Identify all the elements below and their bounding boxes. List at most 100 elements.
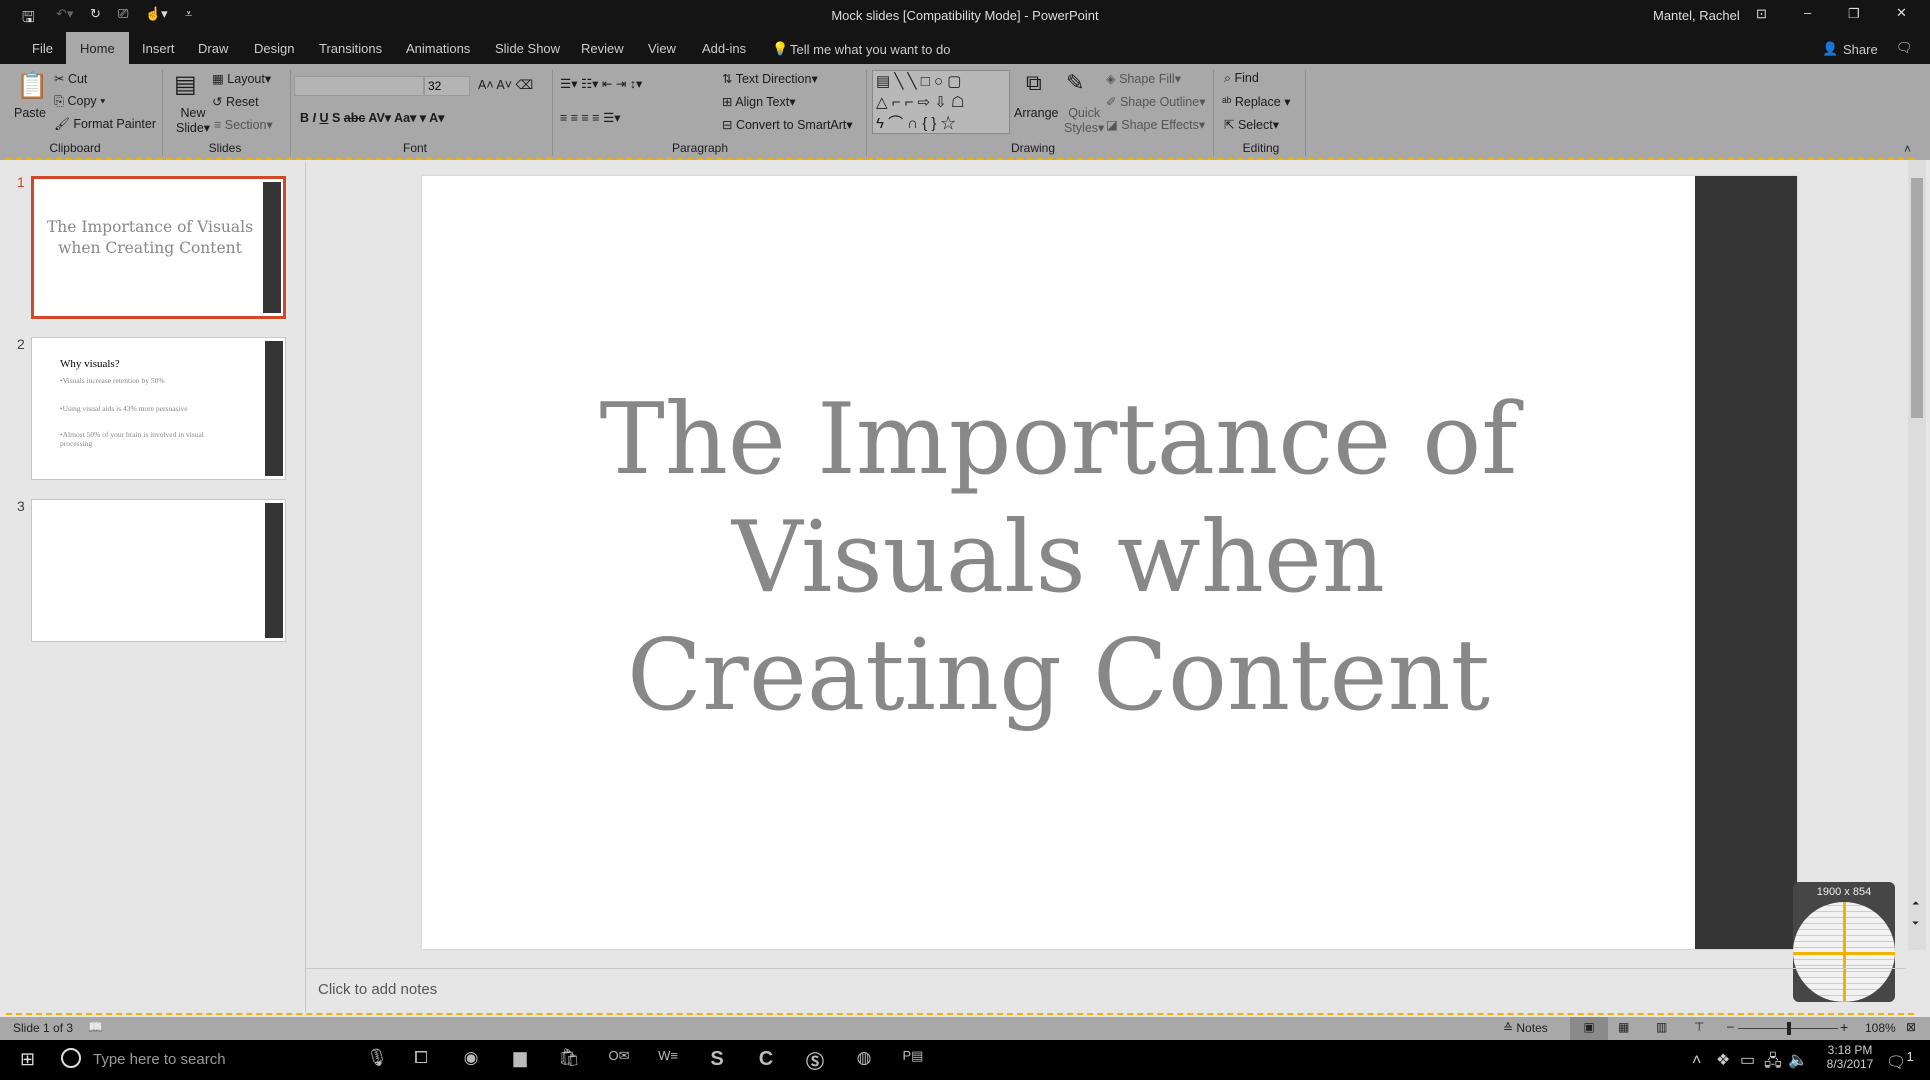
list-buttons[interactable]: ☰▾ ☷▾ ⇤ ⇥ ↕▾ bbox=[560, 76, 642, 91]
powerpoint-icon[interactable]: P▤ bbox=[898, 1048, 928, 1064]
comments-icon[interactable]: 🗨 bbox=[1896, 40, 1913, 56]
reset-button[interactable]: ↺ Reset bbox=[212, 94, 259, 109]
tab-view[interactable]: View bbox=[636, 32, 688, 64]
copy-button[interactable]: ⎘ Copy ▾ bbox=[54, 94, 105, 109]
zoom-in-button[interactable]: + bbox=[1840, 1019, 1848, 1035]
taskbar-search-input[interactable]: Type here to search bbox=[93, 1051, 226, 1068]
cut-button[interactable]: ✂ Cut bbox=[54, 71, 87, 86]
quick-styles-icon[interactable]: ✎ bbox=[1066, 70, 1084, 96]
present-icon[interactable]: ⎚ bbox=[118, 6, 128, 22]
format-painter-button[interactable]: 🖌 Format Painter bbox=[54, 117, 156, 132]
tell-me-input[interactable]: Tell me what you want to do bbox=[790, 42, 950, 57]
align-buttons[interactable]: ≡ ≡ ≡ ≡ ☰▾ bbox=[560, 110, 621, 125]
notes-pane[interactable]: Click to add notes bbox=[306, 968, 1906, 1013]
show-hidden-icons[interactable]: ˄ bbox=[1692, 1052, 1701, 1070]
word-icon[interactable]: W≡ bbox=[653, 1048, 683, 1063]
font-size-input[interactable] bbox=[424, 76, 470, 96]
tab-draw[interactable]: Draw bbox=[186, 32, 240, 64]
zoom-level[interactable]: 108% bbox=[1865, 1021, 1896, 1035]
share-icon[interactable]: 👤 bbox=[1822, 41, 1838, 57]
outlook-icon[interactable]: O✉ bbox=[604, 1048, 634, 1064]
clock[interactable]: 3:18 PM 8/3/2017 bbox=[1818, 1043, 1882, 1071]
restore-button[interactable]: ❐ bbox=[1848, 6, 1860, 22]
tab-slide-show[interactable]: Slide Show bbox=[483, 32, 572, 64]
action-center-icon[interactable]: 🗨1 bbox=[1886, 1049, 1914, 1072]
shape-outline-button[interactable]: ✐ Shape Outline▾ bbox=[1106, 94, 1205, 109]
windows-start-icon[interactable]: ⊞ bbox=[20, 1049, 35, 1070]
customize-qat-icon[interactable]: ⩡ bbox=[185, 6, 192, 22]
volume-icon[interactable]: 🔈 bbox=[1788, 1050, 1808, 1070]
tab-home[interactable]: Home bbox=[66, 32, 129, 64]
notes-toggle[interactable]: ≙ Notes bbox=[1503, 1021, 1548, 1035]
slideshow-button[interactable]: ⊤ bbox=[1694, 1020, 1704, 1034]
snagit-icon[interactable]: S bbox=[702, 1048, 732, 1071]
dropbox-icon[interactable]: ❖ bbox=[1716, 1050, 1730, 1070]
share-button[interactable]: Share bbox=[1843, 42, 1878, 57]
spell-check-icon[interactable]: 📖 bbox=[88, 1020, 103, 1034]
select-button[interactable]: ⇱ Select▾ bbox=[1224, 117, 1279, 132]
shape-fill-button[interactable]: ◈ Shape Fill▾ bbox=[1106, 71, 1181, 86]
tab-review[interactable]: Review bbox=[569, 32, 636, 64]
close-button[interactable]: ✕ bbox=[1896, 5, 1907, 21]
section-button[interactable]: ≡ Section▾ bbox=[214, 117, 273, 132]
slide-sorter-button[interactable]: ▦ bbox=[1618, 1020, 1629, 1034]
tab-animations[interactable]: Animations bbox=[394, 32, 482, 64]
tab-transitions[interactable]: Transitions bbox=[307, 32, 394, 64]
font-format-buttons[interactable]: B I U S abc AV▾ Aa▾ ▾ A▾ bbox=[300, 110, 444, 125]
camtasia-icon[interactable]: C bbox=[751, 1048, 781, 1071]
collapse-ribbon-icon[interactable]: ˄ bbox=[1904, 142, 1911, 156]
quick-styles-button[interactable]: Quick Styles▾ bbox=[1064, 106, 1104, 135]
slide-thumbnail-1[interactable]: The Importance of Visuals when Creating … bbox=[31, 176, 286, 319]
zoom-out-button[interactable]: – bbox=[1727, 1019, 1734, 1033]
fit-to-window-icon[interactable]: ⊠ bbox=[1906, 1020, 1916, 1034]
undo-icon[interactable]: ↶▾ bbox=[56, 6, 73, 22]
chrome-icon[interactable]: ◉ bbox=[456, 1048, 486, 1068]
arrange-button[interactable]: Arrange bbox=[1014, 106, 1058, 120]
next-slide-icon[interactable]: ⏷ bbox=[1912, 918, 1919, 929]
align-text-button[interactable]: ⊞ Align Text▾ bbox=[722, 94, 796, 109]
shape-effects-button[interactable]: ◪ Shape Effects▾ bbox=[1106, 117, 1205, 132]
redo-icon[interactable]: ↻ bbox=[90, 6, 101, 22]
minimize-button[interactable]: – bbox=[1804, 5, 1811, 20]
replace-button[interactable]: ᵃᵇ Replace ▾ bbox=[1222, 94, 1290, 109]
shapes-gallery[interactable]: ▤ ╲ ╲ □ ○ ▢ △ ⌐ ⌐ ⇨ ⇩ ☖ ϟ ⌒ ∩ { } ☆ bbox=[872, 70, 1010, 134]
task-view-icon[interactable]: ⧠ bbox=[406, 1048, 436, 1068]
zoom-slider-thumb[interactable] bbox=[1787, 1022, 1792, 1035]
paste-button[interactable]: Paste bbox=[14, 106, 46, 120]
battery-icon[interactable]: ▭ bbox=[1740, 1050, 1755, 1070]
paste-icon[interactable]: 📋 bbox=[16, 70, 48, 101]
tab-file[interactable]: File bbox=[20, 32, 65, 64]
spotify-icon[interactable]: ◍ bbox=[849, 1048, 879, 1068]
tab-add-ins[interactable]: Add-ins bbox=[690, 32, 758, 64]
tab-insert[interactable]: Insert bbox=[130, 32, 187, 64]
text-direction-button[interactable]: ⇅ Text Direction▾ bbox=[722, 71, 818, 86]
new-slide-icon[interactable]: ▤ bbox=[174, 70, 197, 99]
save-icon[interactable]: 🖫 bbox=[22, 7, 35, 32]
slide-title[interactable]: The Importance of Visuals when Creating … bbox=[422, 381, 1695, 735]
convert-smartart-button[interactable]: ⊟ Convert to SmartArt▾ bbox=[722, 117, 853, 132]
user-name[interactable]: Mantel, Rachel bbox=[1653, 8, 1740, 23]
touch-mode-icon[interactable]: ☝▾ bbox=[145, 6, 168, 22]
new-slide-button[interactable]: New Slide▾ bbox=[176, 106, 210, 135]
layout-button[interactable]: ▦ Layout▾ bbox=[212, 71, 271, 86]
skype-icon[interactable]: Ⓢ bbox=[800, 1048, 830, 1074]
cortana-icon[interactable] bbox=[61, 1048, 81, 1068]
store-icon[interactable]: 🛍 bbox=[554, 1048, 584, 1068]
scrollbar-thumb[interactable] bbox=[1911, 178, 1923, 418]
font-name-input[interactable] bbox=[294, 76, 424, 96]
slide-thumbnail-2[interactable]: Why visuals? •Visuals increase retention… bbox=[31, 337, 286, 480]
slide-canvas[interactable]: The Importance of Visuals when Creating … bbox=[422, 176, 1797, 949]
ribbon-display-icon[interactable]: ⊡ bbox=[1756, 6, 1767, 22]
grow-font-icon[interactable]: A˄ A˅ ⌫ bbox=[478, 77, 533, 92]
slide-thumbnail-3[interactable] bbox=[31, 499, 286, 642]
tab-design[interactable]: Design bbox=[242, 32, 306, 64]
reading-view-button[interactable]: ▥ bbox=[1656, 1020, 1667, 1034]
vertical-scrollbar[interactable]: ⏶ ⏷ bbox=[1908, 160, 1926, 950]
microphone-icon[interactable]: 🎙 bbox=[362, 1048, 392, 1068]
find-button[interactable]: ⌕ Find bbox=[1224, 71, 1259, 86]
arrange-icon[interactable]: ⧉ bbox=[1026, 70, 1042, 96]
previous-slide-icon[interactable]: ⏶ bbox=[1912, 898, 1919, 909]
normal-view-button[interactable]: ▣ bbox=[1570, 1017, 1608, 1040]
network-icon[interactable]: 🖧 bbox=[1764, 1050, 1782, 1077]
file-explorer-icon[interactable]: ▆ bbox=[505, 1048, 535, 1068]
